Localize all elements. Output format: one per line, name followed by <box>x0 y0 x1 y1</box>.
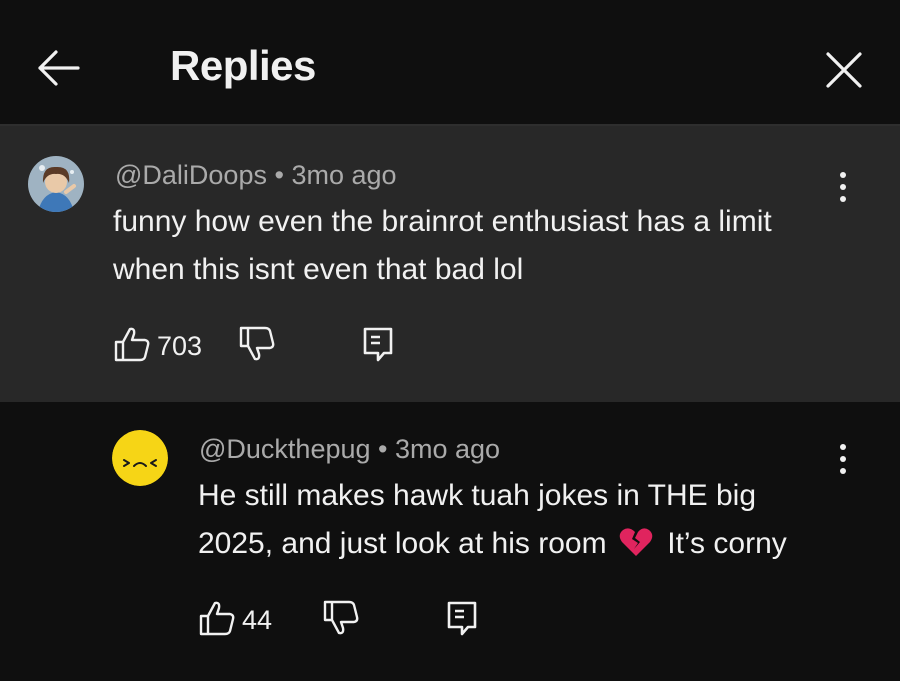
comment-text: funny how even the brainrot enthusiast h… <box>113 198 772 294</box>
page-title: Replies <box>170 42 316 89</box>
reply-icon[interactable] <box>360 325 396 368</box>
like-count: 44 <box>242 604 273 635</box>
thumbs-down-icon[interactable] <box>238 325 276 368</box>
close-icon[interactable] <box>822 48 866 92</box>
arrow-left-icon[interactable] <box>34 48 82 88</box>
meta-separator: • <box>378 434 388 464</box>
reply-comment: @Duckthepug • 3mo ago He still makes haw… <box>0 402 900 681</box>
thumbs-up-icon[interactable] <box>198 599 236 642</box>
more-vertical-icon[interactable] <box>837 444 849 480</box>
comment-text-line: when this isnt even that bad lol <box>113 253 524 286</box>
more-vertical-icon[interactable] <box>837 172 849 208</box>
comment-actions: 44 <box>198 600 480 640</box>
comment-text: He still makes hawk tuah jokes in THE bi… <box>198 472 787 572</box>
comment-text-line: 2025, and just look at his room It’s cor… <box>198 520 787 572</box>
comment-text-line: He still makes hawk tuah jokes in THE bi… <box>198 479 757 512</box>
comment-text-segment: 2025, and just look at his room <box>198 527 607 560</box>
author-handle[interactable]: @Duckthepug <box>199 434 371 464</box>
meta-separator: • <box>274 160 284 190</box>
comment-age: 3mo ago <box>395 434 501 464</box>
comment-actions: 703 <box>113 326 396 366</box>
parent-comment: @DaliDoops • 3mo ago funny how even the … <box>0 126 900 402</box>
thumbs-up-icon[interactable] <box>113 325 151 368</box>
thumbs-down-icon[interactable] <box>322 599 360 642</box>
comment-text-segment: It’s corny <box>667 527 787 560</box>
broken-heart-emoji <box>619 524 653 572</box>
avatar[interactable] <box>112 430 168 486</box>
reply-icon[interactable] <box>444 599 480 642</box>
like-count: 703 <box>157 330 203 361</box>
avatar[interactable] <box>28 156 84 212</box>
comment-meta: @DaliDoops • 3mo ago <box>115 160 397 191</box>
comment-meta: @Duckthepug • 3mo ago <box>199 434 500 465</box>
comment-age: 3mo ago <box>291 160 397 190</box>
replies-header: Replies <box>0 0 900 126</box>
author-handle[interactable]: @DaliDoops <box>115 160 267 190</box>
comment-text-line: funny how even the brainrot enthusiast h… <box>113 205 772 238</box>
